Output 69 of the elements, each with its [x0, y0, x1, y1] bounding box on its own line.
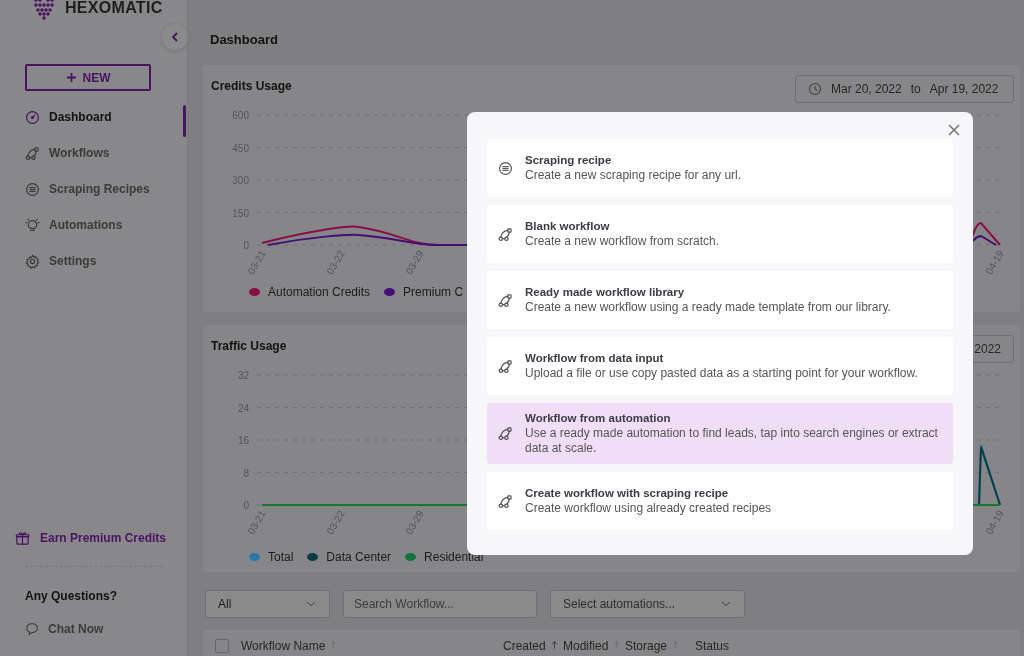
sidebar-item[interactable]: Settings — [25, 243, 97, 279]
column-header[interactable]: Status — [695, 639, 730, 653]
list-icon — [498, 160, 513, 176]
date-range-picker[interactable]: Mar 20, 2022 to Apr 19, 2022 — [795, 75, 1014, 103]
card-title: Credits Usage — [210, 78, 292, 95]
date-text: Apr 19, 2022 — [929, 81, 999, 98]
option-description: Upload a file or use copy pasted data as a starting point for your workflow. — [525, 366, 918, 381]
option-title: Scraping recipe — [525, 153, 613, 168]
plus-icon — [65, 72, 77, 83]
legend-label: Data Center — [326, 549, 392, 566]
option-item[interactable]: Create workflow with scraping recipe Create workflow using already created recipes — [487, 472, 953, 530]
search-field[interactable]: Search Workflow... — [343, 590, 537, 618]
option-title: Ready made workflow library — [525, 285, 686, 300]
option-title: Workflow from data input — [525, 351, 665, 366]
column-header[interactable]: Workflow Name — [241, 639, 326, 653]
sidebar-item[interactable]: Scraping Recipes — [25, 171, 150, 207]
select-field[interactable]: All — [205, 590, 330, 618]
workflow-icon — [498, 493, 513, 509]
sidebar-item[interactable]: Automations — [25, 207, 123, 243]
chat-link[interactable]: Chat Now — [25, 611, 104, 647]
option-description: Use a ready made automation to find leads, tap into search engines or extract data at scale. — [525, 426, 939, 456]
chevron-left-icon — [170, 31, 180, 43]
workflow-icon — [498, 358, 513, 374]
active-indicator — [183, 105, 186, 137]
chat-bubble-icon — [25, 622, 39, 636]
gift-icon — [15, 530, 30, 546]
logo-icon — [31, 0, 57, 20]
workflow-icon — [498, 226, 513, 242]
column-header[interactable]: Modified — [563, 639, 609, 653]
option-description: Create a new workflow using a ready made template from our library. — [525, 300, 891, 315]
sidebar-item[interactable]: Workflows — [25, 135, 110, 171]
date-separator: to — [910, 81, 921, 98]
sidebar-item[interactable]: Dashboard — [25, 99, 112, 135]
workflow-icon — [498, 426, 513, 441]
option-item[interactable]: Blank workflow Create a new workflow from scratch. — [487, 205, 953, 263]
date-text: Mar 20, 2022 — [831, 81, 902, 98]
option-title: Blank workflow — [525, 219, 611, 234]
option-title: Create workflow with scraping recipe — [525, 486, 730, 501]
legend-label: Residential — [424, 549, 484, 566]
clock-icon — [808, 82, 822, 96]
option-description: Create workflow using already created recipes — [525, 501, 772, 516]
option-description: Create a new workflow from scratch. — [525, 234, 720, 249]
option-item[interactable]: Scraping recipe Create a new scraping recipe for any url. — [487, 139, 953, 197]
lightbulb-icon — [25, 217, 40, 233]
gear-icon — [25, 253, 40, 269]
earn-credits-link[interactable]: Earn Premium Credits — [15, 529, 167, 547]
legend-label: Automation Credits — [268, 284, 371, 301]
option-item[interactable]: Workflow from data input Upload a file or use copy pasted data as a starting point for your workflow. — [487, 337, 953, 395]
gauge-icon — [25, 109, 40, 125]
legend-label: Premium C — [403, 284, 464, 301]
workflow-icon — [25, 145, 40, 161]
column-header[interactable]: Storage — [625, 639, 668, 653]
date-text: 2022 — [974, 341, 1001, 358]
questions-title: Any Questions? — [25, 588, 117, 605]
new-button[interactable]: NEW — [25, 64, 151, 91]
option-item[interactable]: Workflow from automation Use a ready made automation to find leads, tap into search engines or extract data at scale. — [487, 403, 953, 464]
card-title: Traffic Usage — [210, 338, 287, 355]
workflow-icon — [498, 292, 513, 308]
column-header[interactable]: Created — [503, 639, 546, 653]
option-title: Workflow from automation — [525, 411, 672, 426]
checkbox[interactable] — [215, 639, 229, 653]
page-title: Dashboard — [210, 31, 278, 49]
option-description: Create a new scraping recipe for any url. — [525, 168, 742, 183]
list-icon — [25, 181, 40, 197]
legend-label: Total — [268, 549, 294, 566]
option-item[interactable]: Ready made workflow library Create a new workflow using a ready made template from our library. — [487, 271, 953, 329]
select-field[interactable]: Select automations... — [550, 590, 745, 618]
logo-text: HEXOMATIC — [65, 0, 163, 18]
collapse-button[interactable] — [162, 24, 188, 50]
